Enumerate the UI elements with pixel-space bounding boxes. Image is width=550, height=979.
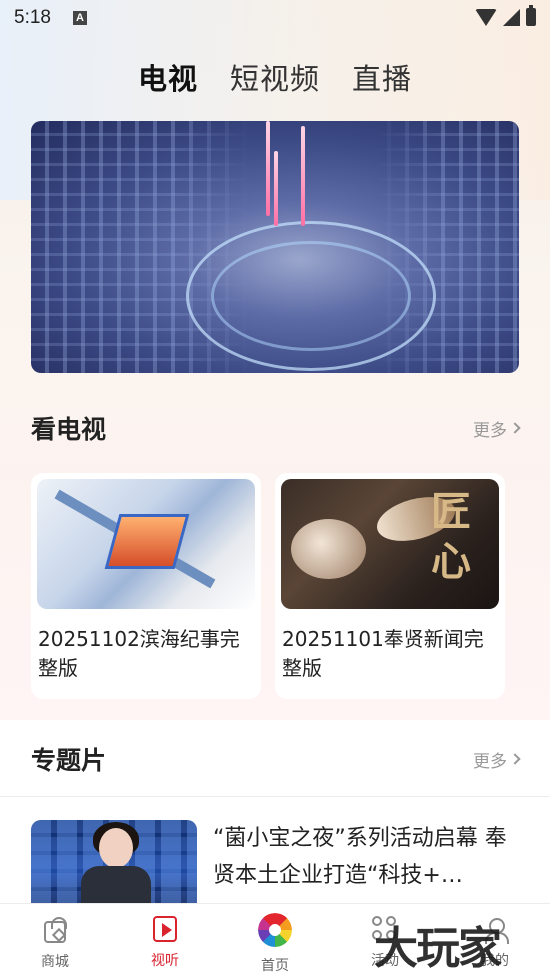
special-title: “菌小宝之夜”系列活动启幕 奉贤本土企业打造“科技+… (213, 826, 507, 888)
chevron-right-icon (509, 422, 521, 434)
thumbnail-graphic (104, 514, 190, 569)
nav-label: 视听 (151, 953, 179, 969)
wifi-icon (475, 8, 497, 26)
tv-card-title: 20251102滨海纪事完整版 (38, 627, 240, 680)
specials-title: 专题片 (31, 746, 107, 775)
tab-short-video[interactable]: 短视频 (230, 56, 320, 98)
tv-card[interactable]: 匠心 20251101奉贤新闻完整版 (275, 473, 505, 699)
watch-tv-title: 看电视 (31, 415, 107, 444)
home-logo-icon (258, 913, 292, 947)
hero-light-beam (274, 151, 278, 226)
nav-item-media[interactable]: 视听 (110, 904, 220, 979)
nav-item-mall[interactable]: 商城 (0, 904, 110, 979)
hero-banner[interactable] (31, 121, 519, 373)
play-video-icon (153, 916, 177, 942)
hero-light-beam (301, 126, 305, 226)
status-icons (475, 5, 536, 26)
more-label: 更多 (473, 751, 507, 772)
signal-icon (503, 8, 520, 26)
tv-card-thumbnail: 匠心 (281, 479, 499, 609)
divider (0, 796, 550, 797)
tab-live[interactable]: 直播 (352, 56, 412, 98)
hero-ring-inner (211, 241, 411, 351)
chevron-right-icon (509, 753, 521, 765)
hero-light-beam (266, 121, 270, 216)
notification-icon: A (72, 11, 87, 25)
specials-header: 专题片 更多 (31, 741, 521, 777)
tv-card-title: 20251101奉贤新闻完整版 (282, 627, 484, 680)
watermark: 大玩家 (374, 923, 502, 974)
watch-tv-more-link[interactable]: 更多 (473, 416, 521, 441)
thumbnail-graphic (99, 828, 133, 868)
more-label: 更多 (473, 420, 507, 441)
tv-card[interactable]: 20251102滨海纪事完整版 (31, 473, 261, 699)
thumbnail-calligraphy: 匠心 (431, 488, 471, 585)
tab-tv[interactable]: 电视 (138, 56, 198, 98)
battery-icon (526, 5, 536, 26)
status-bar: 5:18 A (0, 0, 550, 36)
shopping-bag-icon (44, 917, 67, 943)
specials-more-link[interactable]: 更多 (473, 747, 521, 772)
thumbnail-graphic (81, 866, 151, 905)
top-tabs: 电视 短视频 直播 (0, 56, 550, 98)
tv-card-thumbnail (37, 479, 255, 609)
list-item[interactable]: “菌小宝之夜”系列活动启幕 奉贤本土企业打造“科技+… (31, 820, 519, 905)
watch-tv-list: 20251102滨海纪事完整版 匠心 20251101奉贤新闻完整版 (31, 473, 505, 699)
nav-label: 首页 (261, 958, 289, 974)
watch-tv-header: 看电视 更多 (31, 410, 521, 446)
status-time: 5:18 (14, 7, 51, 28)
nav-item-home[interactable]: 首页 (220, 904, 330, 979)
nav-label: 商城 (41, 954, 69, 970)
special-thumbnail (31, 820, 197, 905)
thumbnail-graphic (291, 519, 366, 579)
